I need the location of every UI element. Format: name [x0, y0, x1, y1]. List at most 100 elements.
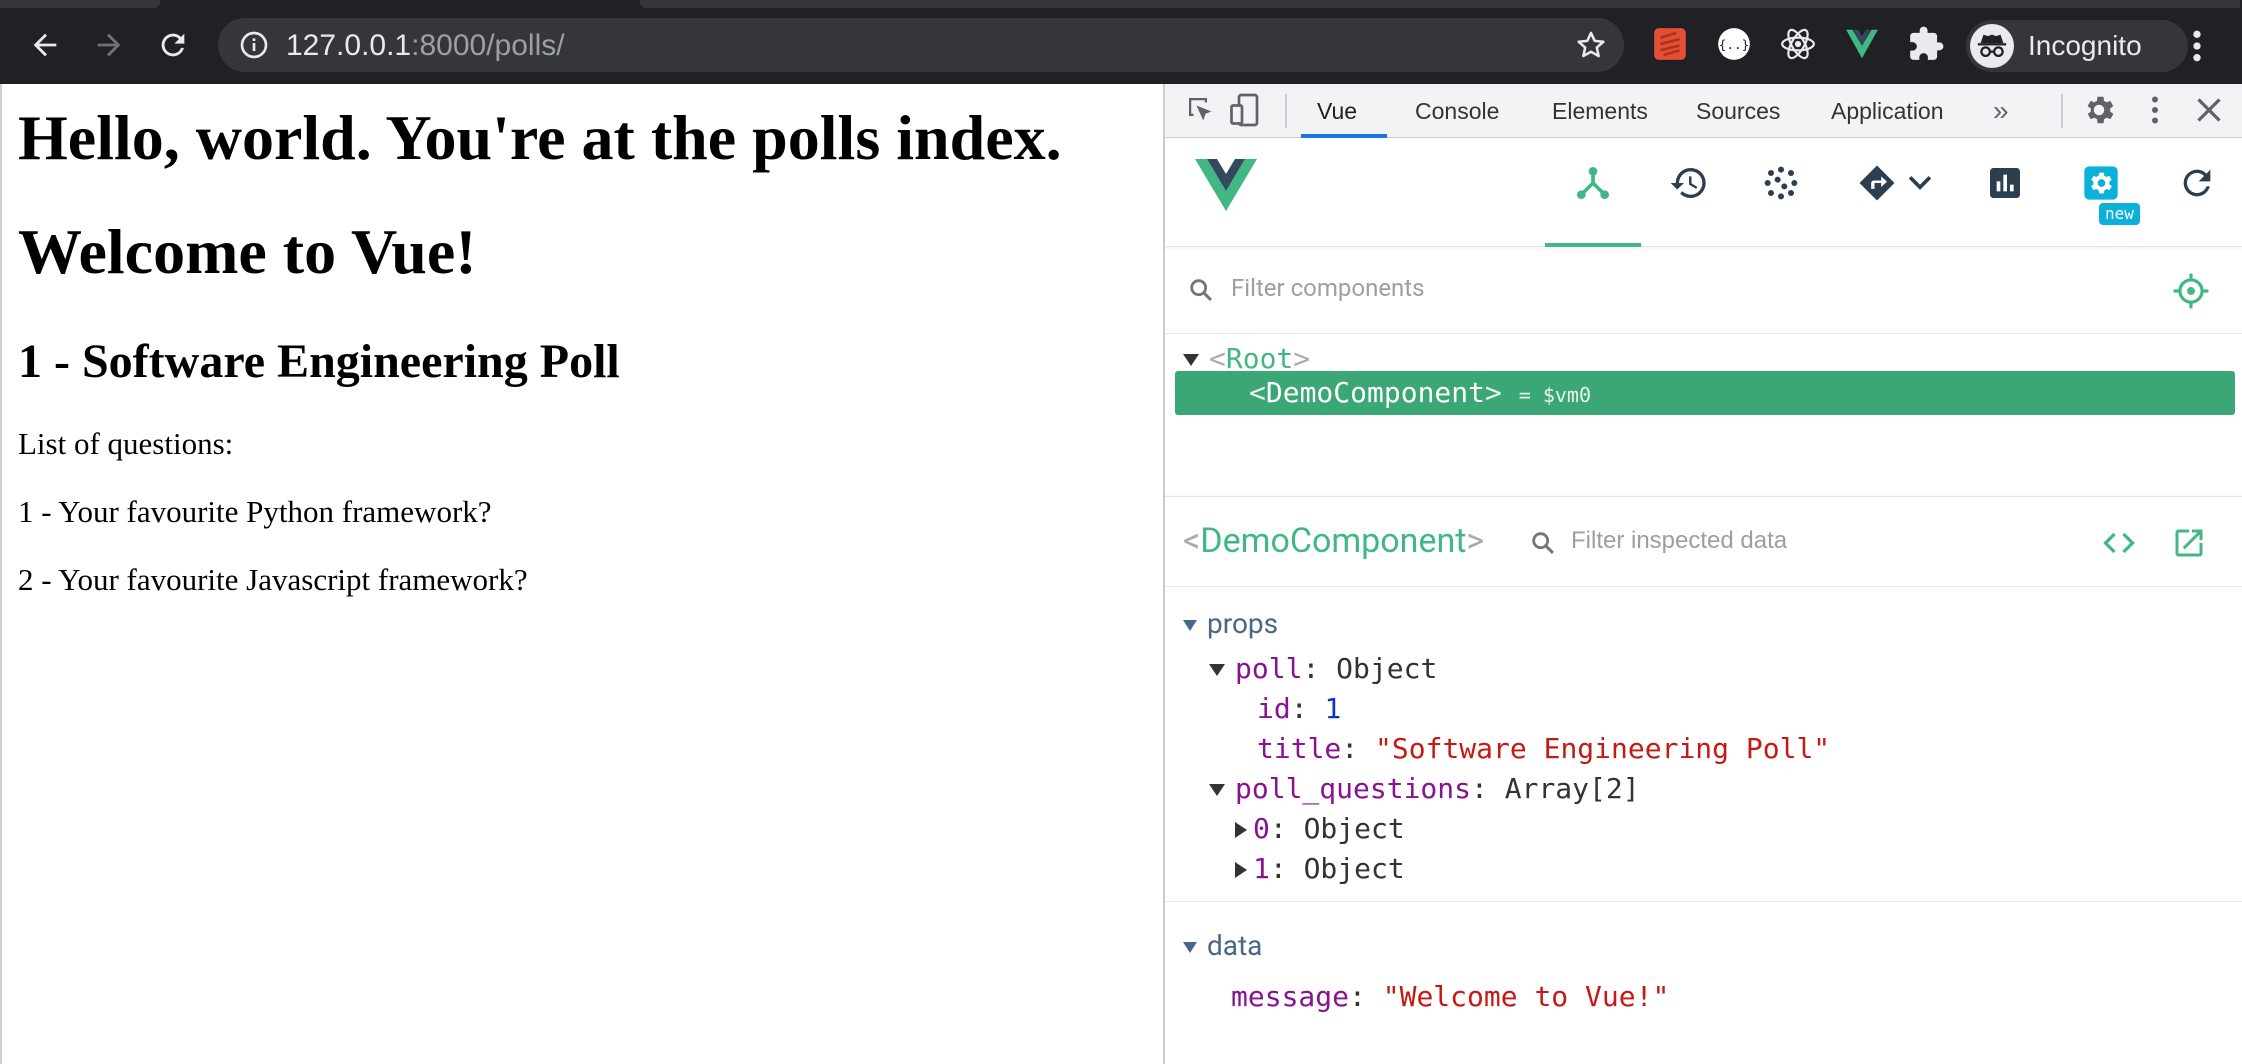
more-vertical-icon[interactable]	[2137, 92, 2173, 128]
component-inspector: <DemoComponent> Filter inspected data pr…	[1165, 496, 2242, 1064]
settings-tab-button[interactable]	[2079, 161, 2123, 205]
prop-type: Object	[1336, 652, 1438, 685]
prop-type: Object	[1303, 852, 1405, 885]
tag-bracket: <	[1249, 376, 1266, 409]
page-left-edge	[0, 84, 2, 1064]
vue-devtools-toolbar: new	[1165, 139, 2242, 247]
router-dropdown-button[interactable]	[1903, 161, 1937, 205]
close-icon[interactable]	[2191, 92, 2227, 128]
vuex-tab-button[interactable]	[1759, 161, 1803, 205]
colon: :	[1302, 652, 1337, 685]
router-icon	[1859, 165, 1895, 201]
array-item-row[interactable]: 1: Object	[1235, 851, 1405, 887]
back-arrow-icon	[33, 33, 57, 57]
forward-arrow-icon	[97, 33, 121, 57]
components-tab-button[interactable]	[1571, 161, 1615, 205]
vue-devtools-icon	[1846, 29, 1878, 59]
tab-console[interactable]: Console	[1415, 84, 1499, 138]
back-button[interactable]	[22, 22, 68, 68]
poll-heading: 1 - Software Engineering Poll	[18, 335, 620, 388]
tag-name: DemoComponent	[1200, 521, 1467, 561]
vue-welcome-heading: Welcome to Vue!	[18, 216, 477, 287]
address-bar[interactable]: 127.0.0.1:8000/polls/	[218, 18, 1624, 72]
tag-bracket: >	[1485, 376, 1502, 409]
prop-key: poll_questions	[1235, 772, 1472, 805]
page-heading: Hello, world. You're at the polls index.	[18, 102, 1062, 173]
prop-row-id[interactable]: id: 1	[1257, 691, 1341, 727]
prop-type: Array[2]	[1504, 772, 1640, 805]
prop-key: poll	[1235, 652, 1303, 685]
props-section-toggle[interactable]: props	[1183, 607, 1278, 641]
forward-button[interactable]	[86, 22, 132, 68]
tag-bracket: <	[1183, 521, 1201, 561]
filter-inspected-data-input[interactable]: Filter inspected data	[1571, 527, 1787, 555]
select-component-icon[interactable]	[2172, 272, 2210, 310]
code-icon[interactable]	[2101, 525, 2137, 561]
array-item-row[interactable]: 0: Object	[1235, 811, 1405, 847]
star-icon[interactable]	[1574, 28, 1608, 62]
json-extension-button[interactable]: {..}	[1714, 24, 1754, 64]
tab-elements[interactable]: Elements	[1552, 84, 1648, 138]
expand-toggle-icon[interactable]	[1183, 354, 1199, 366]
section-label: props	[1207, 607, 1279, 640]
active-tab-indicator	[1301, 134, 1387, 138]
toolbar-divider	[2061, 94, 2063, 128]
tab-sources[interactable]: Sources	[1696, 84, 1780, 138]
vm-reference: = $vm0	[1518, 383, 1591, 407]
data-section-toggle[interactable]: data	[1183, 929, 1262, 963]
gear-icon[interactable]	[2081, 92, 2117, 128]
filter-components-bar: Filter components	[1165, 248, 2242, 334]
profile-button[interactable]: Incognito	[1966, 20, 2188, 72]
prop-key: id	[1257, 692, 1291, 725]
prop-row-poll-questions[interactable]: poll_questions: Array[2]	[1209, 771, 1640, 807]
inspector-header: <DemoComponent> Filter inspected data	[1165, 497, 2242, 587]
colon: :	[1269, 812, 1304, 845]
inspect-element-icon[interactable]	[1183, 92, 1219, 128]
data-row-message[interactable]: message: "Welcome to Vue!"	[1231, 979, 1669, 1015]
expand-toggle-icon	[1235, 862, 1247, 878]
vue-devtools-button[interactable]	[1842, 24, 1882, 64]
section-label: data	[1207, 929, 1263, 962]
toolbar-divider	[1285, 94, 1287, 128]
questions-label: List of questions:	[18, 426, 234, 461]
expand-toggle-icon	[1183, 620, 1197, 632]
chevron-down-icon	[1908, 176, 1932, 190]
refresh-button[interactable]	[2175, 161, 2219, 205]
reload-icon	[161, 33, 185, 57]
performance-tab-button[interactable]	[1983, 161, 2027, 205]
tab-strip-edge	[0, 0, 160, 8]
extensions-button[interactable]	[1906, 24, 1946, 64]
react-devtools-button[interactable]	[1778, 24, 1818, 64]
refresh-icon	[2183, 169, 2211, 197]
tab-vue[interactable]: Vue	[1317, 84, 1357, 138]
open-in-editor-icon[interactable]	[2171, 525, 2207, 561]
colon: :	[1290, 692, 1325, 725]
tab-application[interactable]: Application	[1831, 84, 1944, 138]
search-icon	[1190, 279, 1212, 301]
reload-button[interactable]	[150, 22, 196, 68]
url-path: :8000/polls/	[411, 29, 565, 62]
colon: :	[1269, 852, 1304, 885]
url-text: 127.0.0.1:8000/polls/	[286, 30, 565, 62]
expand-toggle-icon	[1209, 664, 1225, 676]
search-icon	[1532, 532, 1554, 554]
url-host: 127.0.0.1	[286, 29, 412, 62]
prop-row-poll[interactable]: poll: Object	[1209, 651, 1437, 687]
vue-logo	[1195, 159, 1257, 211]
more-vertical-icon[interactable]	[2182, 26, 2212, 66]
prop-key: 0	[1253, 812, 1270, 845]
tag-bracket: >	[1466, 521, 1485, 561]
colon: :	[1341, 732, 1376, 765]
filter-components-input[interactable]: Filter components	[1231, 274, 1425, 302]
rst-extension-button[interactable]	[1650, 24, 1690, 64]
more-tabs-button[interactable]: »	[1993, 84, 2009, 138]
router-tab-button[interactable]	[1855, 161, 1899, 205]
timeline-icon	[1670, 168, 1706, 198]
info-icon[interactable]	[238, 29, 270, 61]
timeline-tab-button[interactable]	[1667, 161, 1711, 205]
device-toolbar-icon[interactable]	[1227, 92, 1263, 128]
tree-node-selected[interactable]: <DemoComponent> = $vm0	[1175, 371, 2235, 415]
tree-node-label: <DemoComponent> = $vm0	[1249, 375, 1591, 413]
prop-row-title[interactable]: title: "Software Engineering Poll"	[1257, 731, 1830, 767]
devtools-tab-bar: Vue Console Elements Sources Application…	[1165, 84, 2242, 138]
